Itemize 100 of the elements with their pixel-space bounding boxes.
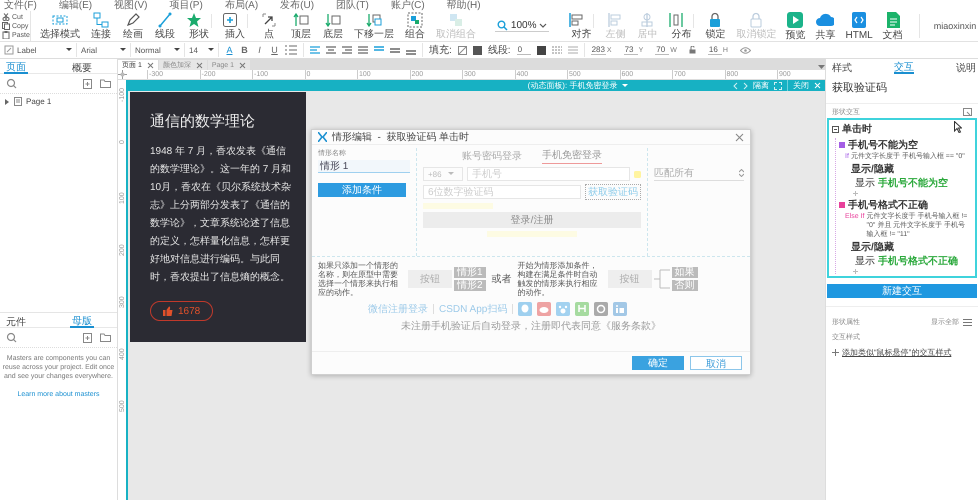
- toolbar-button[interactable]: 选择模式: [34, 12, 85, 40]
- text-format-button[interactable]: I: [255, 45, 264, 55]
- zoom-field[interactable]: 100%: [494, 20, 550, 32]
- add-page-icon[interactable]: [83, 332, 92, 342]
- chevron-right-icon[interactable]: [743, 82, 748, 90]
- toolbar-button[interactable]: 锁定: [699, 12, 732, 40]
- user-menu[interactable]: miaoxinxin: [918, 14, 978, 38]
- toolbar-button[interactable]: 文档: [878, 11, 907, 41]
- toolbar-button[interactable]: 顶层: [284, 12, 317, 40]
- folder-icon[interactable]: [100, 333, 111, 342]
- dropdown[interactable]: 14: [185, 43, 219, 57]
- close-icon[interactable]: [239, 62, 246, 68]
- add-icon[interactable]: [853, 269, 858, 274]
- menu-item[interactable]: 布局(A): [224, 0, 258, 11]
- shadow-icon[interactable]: [472, 46, 482, 54]
- fill-color-icon[interactable]: [458, 46, 467, 54]
- toolbar-button[interactable]: 分布: [663, 12, 700, 40]
- text-format-button[interactable]: U: [270, 45, 279, 55]
- folder-icon[interactable]: [100, 79, 111, 88]
- menu-item[interactable]: 团队(T): [336, 0, 369, 11]
- page-item[interactable]: Page 1: [4, 97, 113, 106]
- arrow-style-icon[interactable]: [568, 46, 578, 54]
- name-field[interactable]: 情形 1: [318, 160, 410, 173]
- text-format-button[interactable]: B: [240, 45, 249, 55]
- geometry-field[interactable]: 73: [624, 45, 638, 55]
- text-format-button[interactable]: A: [225, 45, 234, 55]
- vertical-align-icon[interactable]: [390, 46, 400, 54]
- menu-item[interactable]: 帮助(H): [446, 0, 481, 11]
- chevron-left-icon[interactable]: [733, 82, 738, 90]
- action-name[interactable]: 显示/隐藏: [839, 162, 972, 176]
- toolbar-button[interactable]: 对齐: [563, 12, 600, 40]
- close-icon[interactable]: [735, 132, 744, 142]
- lock-icon[interactable]: [688, 46, 696, 54]
- toolbar-button[interactable]: 预览: [781, 11, 810, 41]
- panel-tab[interactable]: 元件: [4, 316, 28, 328]
- marker-icon: [634, 170, 641, 178]
- geometry-field[interactable]: 283: [590, 45, 606, 55]
- expand-icon[interactable]: [774, 82, 782, 90]
- code-icon: [850, 11, 868, 29]
- geometry-field[interactable]: 16: [708, 45, 722, 55]
- expand-window-icon[interactable]: [963, 108, 972, 116]
- text-align-icon[interactable]: [342, 46, 352, 54]
- menu-item[interactable]: 编辑(E): [58, 0, 92, 11]
- panel-tab[interactable]: 概要: [70, 62, 94, 74]
- search-icon[interactable]: [6, 78, 17, 89]
- line-color-icon[interactable]: [536, 46, 546, 54]
- line-icon: [156, 12, 173, 28]
- menu-item[interactable]: 发布(U): [280, 0, 314, 11]
- menu-item[interactable]: 视图(V): [114, 0, 148, 11]
- line-width-field[interactable]: 0: [516, 45, 531, 55]
- close-icon[interactable]: [146, 62, 154, 68]
- toolbar-button[interactable]: 插入: [216, 12, 253, 40]
- toolbar-button[interactable]: 形状: [180, 12, 217, 40]
- toolbar-button[interactable]: 绘画: [116, 12, 149, 40]
- action-verb: 显示: [855, 255, 875, 268]
- toolbar-button[interactable]: 底层: [316, 12, 349, 40]
- toolbar-button[interactable]: 组合: [398, 12, 431, 40]
- article-text: 1948 年 7 月，香农发表《通信的数学理论》。这一年的 7 月和 10月，香农在《贝尔系统技术杂志》上分两部分发表了《通信的数学论》，文章系统论述了信息的定义，怎样量化信息，怎样更好地对信息进行编码。与此同时，香农提出了信息熵的概念。: [150, 144, 292, 285]
- toolbar-button[interactable]: 连接: [84, 12, 117, 40]
- add-icon: [832, 349, 839, 356]
- text-align-icon[interactable]: [310, 46, 320, 54]
- unlock-icon: [748, 12, 764, 28]
- panel-tab[interactable]: 说明: [956, 62, 976, 74]
- toolbar-button[interactable]: HTML: [841, 11, 877, 41]
- text-align-icon[interactable]: [358, 46, 368, 54]
- toolbar-button[interactable]: 点: [252, 12, 285, 40]
- case-name[interactable]: 手机号格式不正确: [848, 198, 928, 212]
- search-icon[interactable]: [6, 332, 17, 343]
- dropdown[interactable]: Normal: [131, 43, 185, 57]
- add-icon[interactable]: [853, 191, 858, 196]
- sort-icon: [739, 169, 744, 177]
- dropdown[interactable]: Arial: [77, 43, 131, 57]
- toolbar-button[interactable]: 下移一层: [348, 12, 399, 40]
- like-button[interactable]: 1678: [150, 301, 214, 321]
- line-style-icon[interactable]: [552, 46, 562, 54]
- eye-icon[interactable]: [740, 46, 751, 54]
- list-icon[interactable]: [285, 45, 297, 55]
- toolbar-button[interactable]: 线段: [148, 12, 181, 40]
- event-name[interactable]: 单击时: [842, 122, 872, 136]
- toolbar-button[interactable]: 共享: [811, 11, 840, 41]
- panel-tab[interactable]: 样式: [832, 62, 852, 74]
- panel-tab[interactable]: 母版: [70, 316, 94, 328]
- panel-tab[interactable]: 交互: [894, 62, 914, 74]
- close-icon[interactable]: [196, 62, 203, 68]
- help-text: 如果只添加一个情形的名称，则在原型中需要选择一个情形来执行相应的动作。: [318, 261, 399, 297]
- case-tag: 如果: [672, 267, 698, 278]
- geometry-field[interactable]: 70: [655, 45, 670, 55]
- add-page-icon[interactable]: [83, 78, 92, 88]
- menu-icon[interactable]: [963, 318, 972, 326]
- collapse-icon[interactable]: [832, 126, 839, 132]
- menu-item[interactable]: 项目(P): [169, 0, 203, 11]
- dropdown[interactable]: Label: [0, 43, 77, 57]
- dialog-title: 情形编辑 - 获取验证码 单击时: [332, 130, 470, 144]
- add-style-link[interactable]: 添加类似“鼠标悬停”的交互样式: [842, 347, 952, 358]
- case-name[interactable]: 手机号不能为空: [848, 138, 918, 152]
- text-align-icon[interactable]: [326, 46, 336, 54]
- panel-tab[interactable]: 页面: [4, 62, 28, 74]
- case-tag: 情形2: [454, 280, 486, 291]
- action-name[interactable]: 显示/隐藏: [839, 240, 972, 254]
- thumbs-up-icon: [163, 306, 173, 316]
